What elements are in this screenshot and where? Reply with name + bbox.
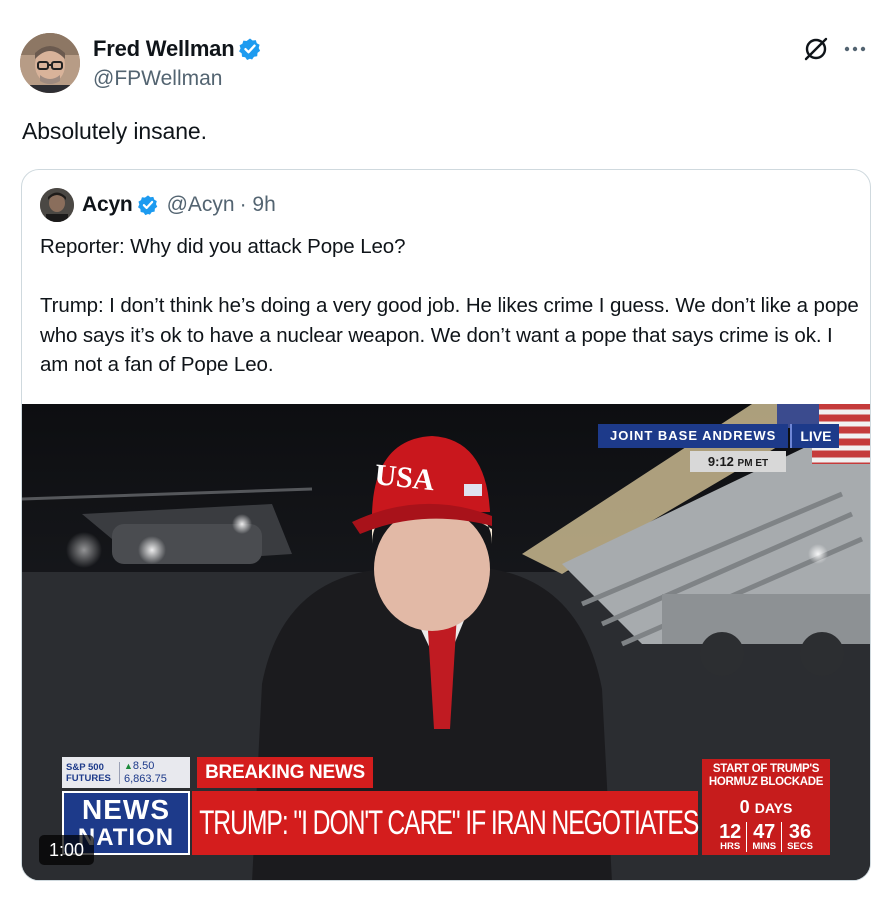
- broadcast-time: 9:12 PM ET: [690, 451, 786, 472]
- countdown-title: START OF TRUMP'S HORMUZ BLOCKADE: [702, 759, 830, 789]
- countdown-clock: 12 HRS 47 MINS 36 SECS: [702, 822, 830, 852]
- ticker-change: 8.50: [132, 759, 155, 772]
- quoted-tweet-card[interactable]: Acyn @Acyn · 9h Reporter: Why did you at…: [21, 169, 871, 881]
- ticker-values: ▲8.50 6,863.75: [120, 760, 167, 786]
- author-name[interactable]: Fred Wellman: [93, 36, 262, 62]
- news-headline: TRUMP: "I DON'T CARE" IF IRAN NEGOTIATES: [192, 791, 699, 855]
- up-arrow-icon: ▲: [124, 760, 133, 771]
- countdown-mins-value: 47: [753, 821, 776, 843]
- location-text: JOINT BASE ANDREWS: [598, 424, 789, 448]
- quoted-timestamp[interactable]: · 9h: [240, 193, 276, 217]
- countdown-mins-label: MINS: [752, 841, 777, 852]
- author-handle[interactable]: @FPWellman: [93, 67, 222, 91]
- location-bar: JOINT BASE ANDREWS LIVE: [598, 424, 840, 448]
- countdown-days: 0 DAYS: [702, 797, 830, 818]
- countdown-title-line2: HORMUZ BLOCKADE: [708, 776, 824, 788]
- quoted-tweet-text: Reporter: Why did you attack Pope Leo? T…: [40, 232, 860, 380]
- verified-badge-icon: [238, 37, 262, 61]
- video-duration: 1:00: [39, 835, 95, 865]
- hat-text: USA: [373, 458, 436, 497]
- quoted-author-handle[interactable]: @Acyn: [167, 193, 235, 217]
- countdown-days-value: 0: [739, 797, 750, 817]
- live-tag: LIVE: [790, 424, 840, 448]
- countdown-secs-label: SECS: [787, 841, 813, 852]
- ticker-label-line2: FUTURES: [66, 772, 111, 784]
- countdown-hours-label: HRS: [720, 841, 741, 852]
- quoted-author-avatar[interactable]: [40, 188, 74, 222]
- countdown-secs: 36 SECS: [782, 822, 818, 852]
- ticker-label: S&P 500 FUTURES: [62, 761, 120, 784]
- author-avatar-image: [20, 33, 80, 93]
- breaking-news-label: BREAKING NEWS: [197, 757, 373, 788]
- countdown-days-label: DAYS: [754, 800, 793, 816]
- author-avatar[interactable]: [20, 33, 80, 93]
- verified-badge-icon: [137, 194, 159, 216]
- video-player[interactable]: USA JOINT BASE ANDREWS LIVE 9:12 PM ET S…: [22, 404, 870, 880]
- countdown-hours-value: 12: [719, 821, 742, 843]
- quoted-paragraph-1: Reporter: Why did you attack Pope Leo?: [40, 235, 406, 258]
- ticker-value: 6,863.75: [124, 772, 167, 785]
- countdown-box: START OF TRUMP'S HORMUZ BLOCKADE 0 DAYS …: [702, 759, 830, 855]
- more-icon[interactable]: [842, 37, 868, 61]
- grok-icon[interactable]: [802, 35, 830, 63]
- author-name-text[interactable]: Fred Wellman: [93, 36, 235, 62]
- countdown-hours: 12 HRS: [714, 821, 748, 852]
- network-logo-line1: NEWS: [82, 794, 170, 825]
- countdown-secs-value: 36: [788, 821, 812, 843]
- quoted-tweet-header: Acyn @Acyn · 9h: [40, 188, 276, 222]
- quoted-author-name[interactable]: Acyn: [82, 193, 133, 217]
- quoted-paragraph-2: Trump: I don’t think he’s doing a very g…: [40, 294, 865, 376]
- countdown-title-line1: START OF TRUMP'S: [712, 763, 820, 775]
- ticker-label-line1: S&P 500: [66, 761, 104, 773]
- broadcast-time-suffix: PM ET: [737, 458, 769, 469]
- countdown-mins: 47 MINS: [747, 821, 783, 852]
- tweet-text: Absolutely insane.: [22, 118, 207, 144]
- market-ticker: S&P 500 FUTURES ▲8.50 6,863.75: [62, 757, 190, 788]
- broadcast-time-value: 9:12: [707, 454, 734, 469]
